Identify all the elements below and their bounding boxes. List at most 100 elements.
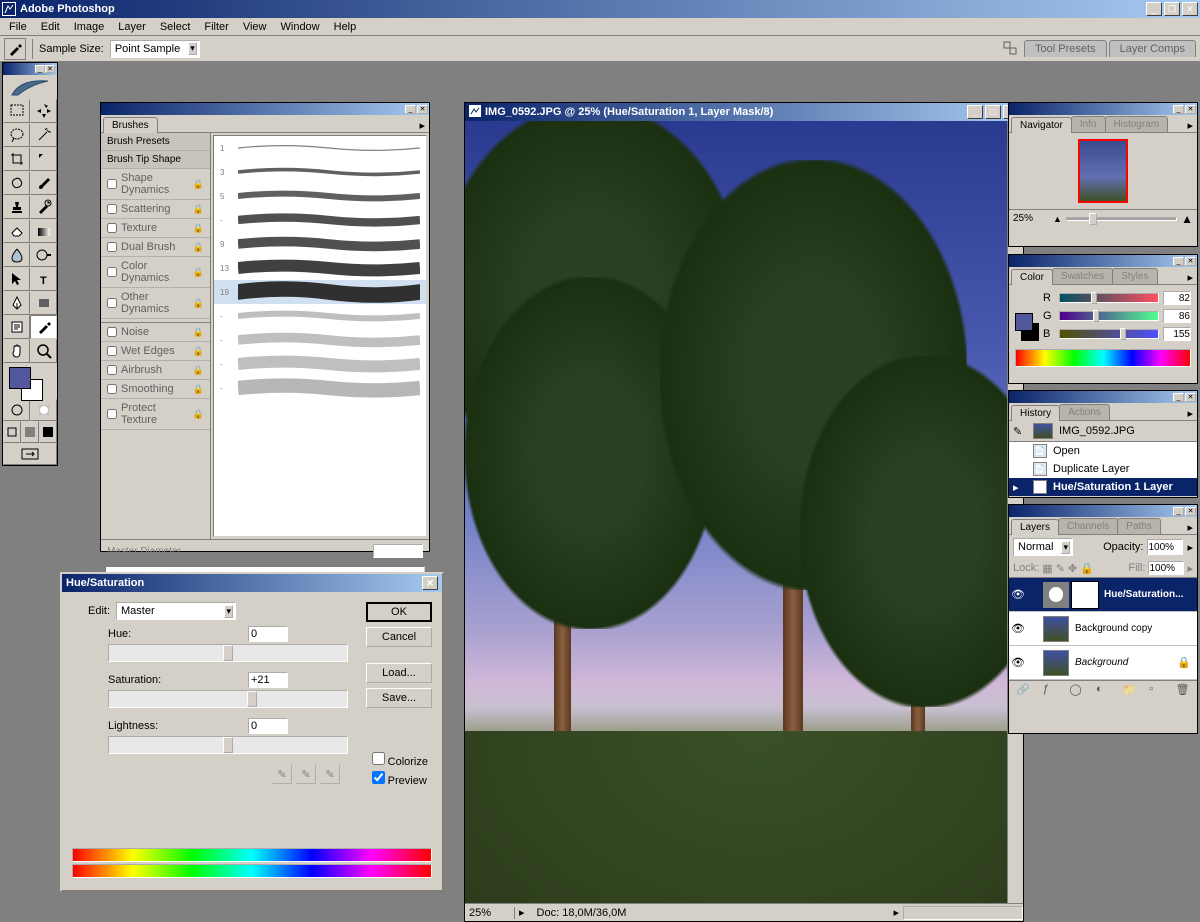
doc-info-icon[interactable]: ▸ [515, 906, 529, 919]
sample-size-dropdown[interactable]: Point Sample [110, 40, 200, 58]
menu-help[interactable]: Help [327, 19, 364, 35]
brush-opt-wet[interactable]: Wet Edges🔒 [101, 342, 210, 361]
layer-item[interactable]: 👁 Background 🔒 [1009, 646, 1197, 680]
brush-stroke-list[interactable]: 1 3 5 - 9 13 19 - - - - [213, 135, 427, 537]
r-input[interactable] [1163, 291, 1191, 305]
lock-all-icon[interactable]: 🔒 [1080, 562, 1094, 575]
dodge-tool[interactable] [30, 243, 57, 267]
type-tool[interactable]: T [30, 267, 57, 291]
folder-icon[interactable]: 📁 [1123, 683, 1137, 697]
screen-mode-full[interactable] [39, 421, 57, 443]
tab-info[interactable]: Info [1071, 116, 1106, 132]
mask-icon[interactable]: ◯ [1069, 683, 1083, 697]
panel-menu-icon[interactable]: ▸ [1183, 407, 1197, 420]
scroll-arrow-right[interactable]: ▸ [889, 906, 903, 919]
minimize-button[interactable]: _ [1146, 2, 1162, 16]
panel-minimize[interactable]: _ [1173, 393, 1184, 402]
panel-minimize[interactable]: _ [1173, 507, 1184, 516]
panel-close[interactable]: ✕ [1185, 105, 1196, 114]
doc-maximize[interactable]: □ [985, 105, 1001, 119]
nav-zoom[interactable]: 25% [1013, 213, 1049, 224]
hand-tool[interactable] [3, 339, 30, 363]
toolbox-minimize[interactable]: _ [35, 65, 45, 73]
maximize-button[interactable]: ❐ [1164, 2, 1180, 16]
panel-menu-icon[interactable]: ▸ [1183, 119, 1197, 132]
brush-opt-smoothing[interactable]: Smoothing🔒 [101, 380, 210, 399]
slice-tool[interactable] [30, 147, 57, 171]
hue-input[interactable] [248, 626, 288, 642]
eyedropper-icon[interactable]: ✎ [272, 764, 292, 784]
new-layer-icon[interactable]: ▫ [1149, 683, 1163, 697]
panel-close[interactable]: ✕ [1185, 393, 1196, 402]
g-input[interactable] [1163, 309, 1191, 323]
master-diameter-input[interactable] [373, 544, 423, 558]
palette-well-icon[interactable] [1000, 38, 1022, 60]
brush-opt-protect[interactable]: Protect Texture🔒 [101, 399, 210, 430]
ok-button[interactable]: OK [366, 602, 432, 622]
screen-mode-standard[interactable] [3, 421, 21, 443]
r-slider[interactable] [1059, 293, 1159, 303]
layer-thumb[interactable] [1043, 616, 1069, 642]
brush-opt-texture[interactable]: Texture🔒 [101, 219, 210, 238]
eyedropper-minus-icon[interactable]: ✎ [320, 764, 340, 784]
saturation-input[interactable] [248, 672, 288, 688]
screen-mode-full-menu[interactable] [21, 421, 39, 443]
path-select-tool[interactable] [3, 267, 30, 291]
tab-layer-comps[interactable]: Layer Comps [1109, 40, 1196, 57]
history-item[interactable]: 📄Duplicate Layer [1009, 460, 1197, 478]
panel-close[interactable]: ✕ [417, 105, 428, 114]
eraser-tool[interactable] [3, 219, 30, 243]
healing-tool[interactable] [3, 171, 30, 195]
gradient-tool[interactable] [30, 219, 57, 243]
lightness-slider[interactable] [108, 736, 348, 754]
zoom-level[interactable]: 25% [465, 907, 515, 919]
lightness-input[interactable] [248, 718, 288, 734]
delete-icon[interactable]: 🗑 [1176, 683, 1190, 697]
zoom-slider[interactable] [1066, 217, 1177, 221]
layer-item[interactable]: 👁 Background copy [1009, 612, 1197, 646]
scrollbar-horizontal[interactable] [903, 906, 1023, 920]
tab-histogram[interactable]: Histogram [1105, 116, 1169, 132]
visibility-icon[interactable]: 👁 [1011, 622, 1025, 636]
adjustment-icon[interactable]: ◐ [1096, 683, 1110, 697]
fill-arrow[interactable]: ▸ [1187, 562, 1193, 575]
menu-image[interactable]: Image [67, 19, 112, 35]
eyedropper-tool[interactable] [30, 315, 57, 339]
lock-position-icon[interactable]: ✥ [1068, 562, 1077, 575]
tab-swatches[interactable]: Swatches [1052, 268, 1113, 284]
link-icon[interactable]: 🔗 [1016, 683, 1030, 697]
fill-input[interactable] [1148, 561, 1184, 575]
jump-to-imageready[interactable] [3, 443, 57, 465]
visibility-icon[interactable]: 👁 [1011, 588, 1025, 602]
eyedropper-plus-icon[interactable]: ✎ [296, 764, 316, 784]
tab-color[interactable]: Color [1011, 269, 1053, 285]
layer-thumb[interactable] [1043, 582, 1069, 608]
document-canvas[interactable] [465, 121, 1023, 903]
brush-opt-scattering[interactable]: Scattering🔒 [101, 200, 210, 219]
brush-opt-airbrush[interactable]: Airbrush🔒 [101, 361, 210, 380]
tab-layers[interactable]: Layers [1011, 519, 1059, 535]
shape-tool[interactable] [30, 291, 57, 315]
zoom-tool[interactable] [30, 339, 57, 363]
quickmask-off[interactable] [3, 399, 30, 421]
notes-tool[interactable] [3, 315, 30, 339]
pen-tool[interactable] [3, 291, 30, 315]
history-snapshot-thumb[interactable] [1033, 423, 1053, 439]
fx-icon[interactable]: ƒ [1043, 683, 1057, 697]
save-button[interactable]: Save... [366, 688, 432, 708]
opacity-arrow[interactable]: ▸ [1187, 541, 1193, 554]
tab-history[interactable]: History [1011, 405, 1060, 421]
panel-menu-icon[interactable]: ▸ [415, 119, 429, 132]
lock-transparency-icon[interactable]: ▦ [1042, 562, 1052, 575]
blur-tool[interactable] [3, 243, 30, 267]
lock-paint-icon[interactable]: ✎ [1056, 562, 1065, 575]
menu-view[interactable]: View [236, 19, 274, 35]
brush-opt-noise[interactable]: Noise🔒 [101, 323, 210, 342]
brush-presets-header[interactable]: Brush Presets [101, 133, 210, 151]
tool-preset-picker[interactable] [4, 38, 26, 60]
toolbox-close[interactable]: ✕ [45, 65, 55, 73]
history-brush-tool[interactable] [30, 195, 57, 219]
layer-mask-thumb[interactable] [1072, 582, 1098, 608]
brush-tool[interactable] [30, 171, 57, 195]
history-item[interactable]: 📄Open [1009, 442, 1197, 460]
